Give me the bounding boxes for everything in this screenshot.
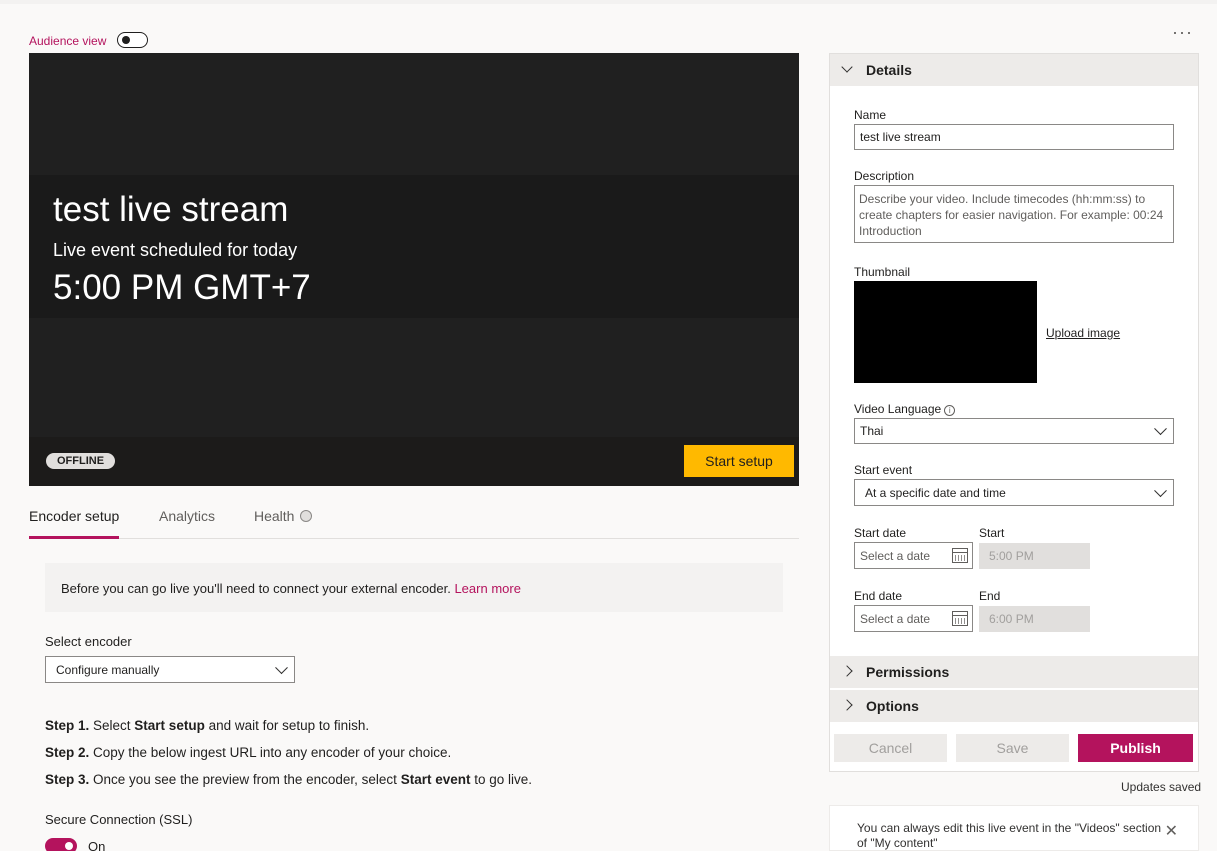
close-icon[interactable]: ✕ [1165,824,1178,840]
end-time-field: 6:00 PM [979,606,1090,632]
step-3: Step 3. Once you see the preview from th… [45,772,533,787]
info-icon[interactable]: i [944,405,956,416]
ssl-state-label: On [88,839,106,851]
event-time: 5:00 PM GMT+7 [53,268,311,307]
event-schedule-text: Live event scheduled for today [53,240,298,260]
options-section-header[interactable]: Options [830,690,1198,722]
start-time-field: 5:00 PM [979,543,1090,569]
permissions-header-label: Permissions [866,664,950,680]
toggle-knob [65,842,73,850]
publish-button[interactable]: Publish [1078,734,1193,762]
video-preview: test live stream Live event scheduled fo… [29,53,799,486]
start-date-label: Start date [854,526,907,540]
notice-text: Before you can go live you'll need to co… [61,581,455,596]
start-event-value: At a specific date and time [865,485,1006,500]
toast-text: You can always edit this live event in t… [857,821,1162,850]
audience-view-toggle[interactable] [117,32,148,48]
name-field[interactable]: test live stream [854,124,1174,150]
tab-bar: Encoder setup Analytics Health [29,506,799,539]
start-setup-button[interactable]: Start setup [684,445,794,477]
permissions-section-header[interactable]: Permissions [830,656,1198,688]
info-toast: You can always edit this live event in t… [829,805,1199,851]
start-date-picker[interactable]: Select a date [854,542,973,569]
ssl-toggle[interactable] [45,838,77,851]
save-status: Updates saved [1121,780,1202,794]
tab-encoder-setup[interactable]: Encoder setup [29,508,119,524]
chevron-right-icon [841,699,853,711]
learn-more-link[interactable]: Learn more [454,581,520,596]
chevron-down-icon [275,660,288,674]
start-date-placeholder: Select a date [860,548,931,563]
chevron-down-icon [1154,422,1167,436]
details-panel: Details Name test live stream Descriptio… [829,53,1199,772]
video-language-value: Thai [860,424,884,438]
end-time-label: End [979,589,1001,603]
chevron-down-icon [1154,483,1167,497]
tab-analytics[interactable]: Analytics [159,508,215,524]
video-language-label: Video Language i [854,402,956,416]
health-status-icon [300,510,313,522]
name-value: test live stream [860,130,941,144]
select-encoder-label: Select encoder [45,634,132,649]
name-label: Name [854,108,887,122]
status-badge: OFFLINE [46,453,116,469]
chevron-right-icon [841,665,853,677]
encoder-dropdown[interactable]: Configure manually [45,656,295,683]
end-date-label: End date [854,589,903,603]
calendar-icon[interactable] [952,611,968,626]
top-strip [0,0,1217,4]
ssl-label: Secure Connection (SSL) [45,812,193,827]
video-language-dropdown[interactable]: Thai [854,418,1174,444]
encoder-notice: Before you can go live you'll need to co… [45,563,783,612]
step-2: Step 2. Copy the below ingest URL into a… [45,745,452,760]
calendar-icon[interactable] [952,548,968,563]
start-event-dropdown[interactable]: At a specific date and time [854,479,1174,506]
description-label: Description [854,169,915,183]
tab-health-label: Health [254,508,295,524]
chevron-down-icon [841,61,853,73]
cancel-button[interactable]: Cancel [834,734,947,762]
more-options-icon[interactable]: ··· [1172,22,1193,43]
active-tab-indicator [29,536,119,539]
details-header-label: Details [866,62,912,78]
thumbnail-label: Thumbnail [854,265,911,279]
upload-image-link[interactable]: Upload image [1046,326,1120,340]
options-header-label: Options [866,698,919,714]
details-section-header[interactable]: Details [830,54,1198,86]
thumbnail-image [854,281,1037,383]
save-button[interactable]: Save [956,734,1069,762]
event-title: test live stream [53,190,289,229]
end-date-picker[interactable]: Select a date [854,605,973,632]
description-field[interactable]: Describe your video. Include timecodes (… [854,185,1174,243]
start-event-label: Start event [854,463,913,477]
tab-health[interactable]: Health [254,508,313,524]
toggle-knob [122,36,130,44]
audience-view-label: Audience view [29,34,107,48]
end-date-placeholder: Select a date [860,611,931,626]
start-time-label: Start [979,526,1005,540]
step-1: Step 1. Select Start setup and wait for … [45,718,370,733]
encoder-dropdown-value: Configure manually [56,662,160,677]
